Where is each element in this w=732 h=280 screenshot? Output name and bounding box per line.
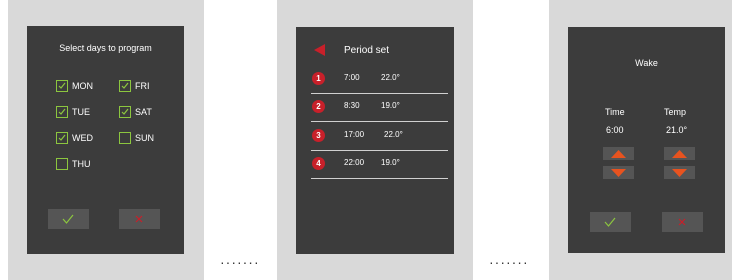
arrow-down-icon	[672, 169, 687, 177]
arrow-up-icon	[611, 150, 626, 158]
flow-separator: ·······	[489, 254, 529, 270]
period-set-screen: Period set 1 7:00 22.0° 2 8:30 19.0° 3 1…	[296, 27, 454, 254]
day-label: MON	[72, 81, 93, 91]
day-label: FRI	[135, 81, 150, 91]
period-number-badge: 1	[312, 72, 325, 85]
wake-screen: Wake Time Temp 6:00 21.0°	[568, 27, 725, 253]
day-label: THU	[72, 159, 91, 169]
period-time: 8:30	[344, 101, 360, 110]
select-days-title: Select days to program	[59, 43, 152, 53]
wake-title: Wake	[635, 58, 658, 68]
checkmark-icon	[604, 217, 616, 227]
period-time: 7:00	[344, 73, 360, 82]
checkmark-icon	[62, 214, 74, 224]
back-arrow-icon[interactable]	[312, 43, 326, 57]
period-temp: 19.0°	[381, 101, 400, 110]
period-time: 22:00	[344, 158, 365, 167]
day-label: SAT	[135, 107, 152, 117]
checkbox-checked-icon	[119, 80, 131, 92]
period-temp: 19.0°	[381, 158, 400, 167]
temp-up-button[interactable]	[664, 147, 695, 160]
x-icon	[678, 218, 686, 226]
checkbox-checked-icon	[119, 106, 131, 118]
row-divider	[311, 150, 448, 151]
period-row[interactable]: 3 17:00 22.0°	[296, 129, 454, 157]
cancel-button[interactable]	[662, 212, 703, 232]
time-value: 6:00	[606, 125, 624, 135]
period-number-badge: 3	[312, 129, 325, 142]
checkbox-checked-icon	[56, 132, 68, 144]
x-icon	[135, 215, 143, 223]
time-up-button[interactable]	[603, 147, 634, 160]
day-label: SUN	[135, 133, 155, 143]
flow-separator: ·······	[220, 254, 260, 270]
period-row[interactable]: 4 22:00 19.0°	[296, 157, 454, 185]
checkbox-checked-icon	[56, 80, 68, 92]
confirm-button[interactable]	[48, 209, 89, 229]
temp-down-button[interactable]	[664, 166, 695, 179]
checkbox-unchecked-icon	[119, 132, 131, 144]
time-down-button[interactable]	[603, 166, 634, 179]
day-label: WED	[72, 133, 93, 143]
time-label: Time	[605, 107, 625, 117]
day-label: TUE	[72, 107, 90, 117]
arrow-up-icon	[672, 150, 687, 158]
arrow-down-icon	[611, 169, 626, 177]
temp-label: Temp	[664, 107, 687, 117]
row-divider	[311, 178, 448, 179]
period-time: 17:00	[344, 130, 365, 139]
temp-value: 21.0°	[666, 125, 688, 135]
period-row[interactable]: 1 7:00 22.0°	[296, 72, 454, 100]
period-set-title: Period set	[344, 45, 390, 56]
period-number-badge: 4	[312, 157, 325, 170]
row-divider	[311, 93, 448, 94]
confirm-button[interactable]	[590, 212, 631, 232]
select-days-screen: Select days to program MON FRI TUE SAT W…	[27, 26, 184, 254]
checkbox-unchecked-icon	[56, 158, 68, 170]
cancel-button[interactable]	[119, 209, 160, 229]
checkbox-checked-icon	[56, 106, 68, 118]
period-temp: 22.0°	[384, 130, 403, 139]
period-row[interactable]: 2 8:30 19.0°	[296, 100, 454, 128]
period-temp: 22.0°	[381, 73, 400, 82]
period-number-badge: 2	[312, 100, 325, 113]
row-divider	[311, 121, 448, 122]
